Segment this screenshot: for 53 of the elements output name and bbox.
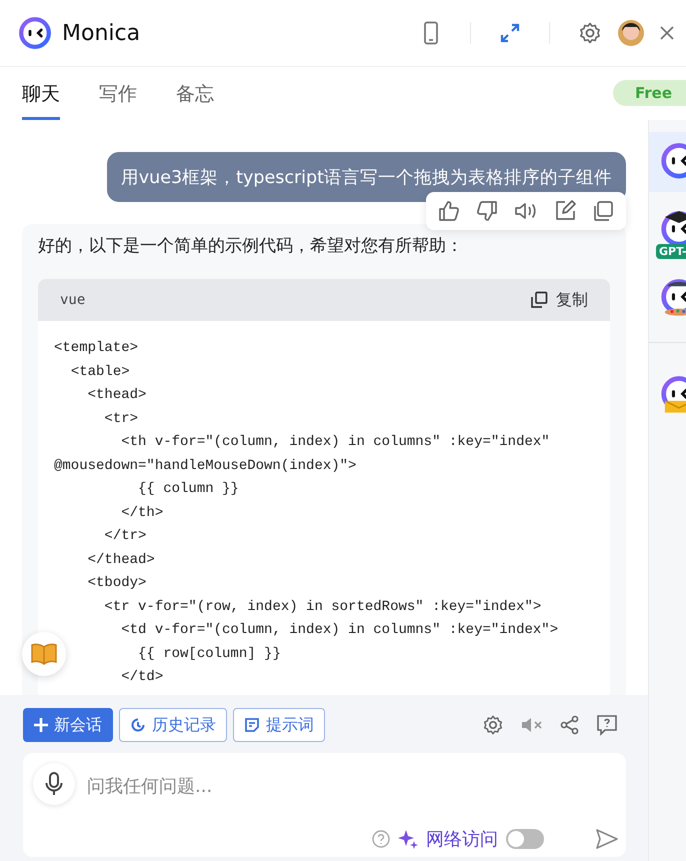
microphone-button[interactable]	[33, 763, 75, 805]
code-line: {{ row[column] }}	[137, 644, 282, 664]
mute-icon[interactable]	[520, 715, 544, 735]
code-line: <thead>	[86, 386, 148, 405]
code-line: </th>	[120, 504, 164, 522]
history-button[interactable]: 历史记录	[119, 708, 227, 742]
code-line: <tr>	[103, 410, 140, 428]
web-access-label: 网络访问	[426, 828, 498, 851]
settings-icon[interactable]	[578, 21, 602, 45]
code-line: </td>	[120, 668, 164, 687]
prompts-button[interactable]: 提示词	[233, 708, 325, 742]
settings-icon[interactable]	[482, 714, 504, 736]
code-line: <tr v-for="(row, index) in sortedRows" :key="index">	[103, 598, 542, 616]
copy-icon[interactable]	[592, 200, 614, 222]
new-chat-button[interactable]: 新会话	[23, 708, 113, 742]
code-line: <tbody>	[86, 574, 148, 593]
code-line: <th v-for="(column, index) in columns" :key="index" @mousedown="handleMouseDown(index)">	[54, 433, 551, 476]
web-access-toggle[interactable]	[506, 829, 544, 849]
code-line: <table>	[70, 362, 131, 382]
reply-text: 好的，以下是一个简单的示例代码，希望对您有所帮助：	[38, 235, 464, 257]
history-icon	[130, 717, 146, 733]
code-language: vue	[60, 292, 86, 308]
sparkle-icon	[398, 829, 418, 849]
expand-icon[interactable]	[499, 22, 521, 44]
code-line: <template>	[54, 339, 140, 358]
code-line: </tr>	[103, 527, 148, 546]
tab[interactable]: 写作	[99, 67, 137, 120]
monica-logo-icon	[18, 16, 52, 50]
user-message: 用vue3框架，typescript语言写一个拖拽为表格排序的子组件	[106, 152, 626, 202]
bot-item[interactable]: GPT-	[649, 200, 686, 260]
copy-code-button[interactable]: 复制	[530, 290, 588, 310]
book-icon	[30, 643, 58, 665]
copy-icon	[530, 291, 548, 309]
thumbs-down-icon[interactable]	[476, 200, 498, 222]
thumbs-up-icon[interactable]	[438, 200, 460, 222]
feedback-icon[interactable]	[596, 714, 618, 736]
close-icon[interactable]	[660, 26, 674, 40]
speaker-icon[interactable]	[514, 200, 538, 222]
app-title: Monica	[62, 20, 142, 46]
microphone-icon	[45, 772, 63, 796]
question-input-field[interactable]: 问我任何问题... 网络访问	[23, 753, 626, 857]
note-icon	[244, 717, 260, 733]
model-badge: GPT-	[656, 244, 686, 259]
code-line: {{ column }}	[137, 480, 240, 499]
plus-icon	[34, 718, 48, 732]
edit-icon[interactable]	[554, 200, 576, 222]
tab[interactable]: 备忘	[176, 67, 214, 120]
send-icon[interactable]	[596, 829, 618, 849]
share-icon[interactable]	[560, 715, 580, 735]
question-input[interactable]: 问我任何问题...	[85, 767, 589, 805]
code-line: </thead>	[86, 550, 156, 570]
code-line: <td v-for="(column, index) in columns" :key="index">	[120, 621, 560, 640]
avatar-icon[interactable]	[618, 20, 644, 46]
